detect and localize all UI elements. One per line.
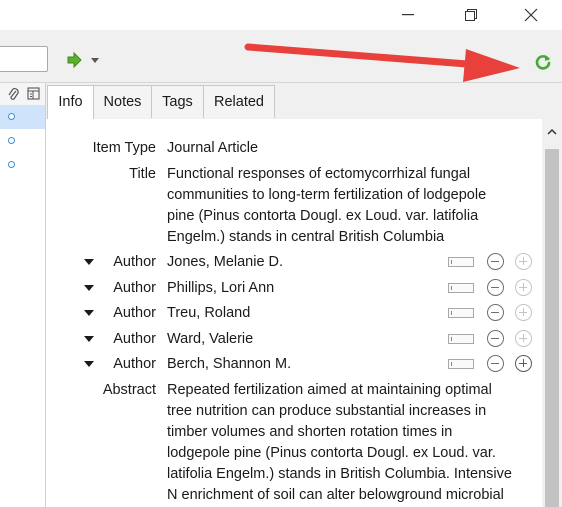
author-label[interactable]: Author: [46, 303, 156, 324]
list-item[interactable]: [0, 129, 45, 153]
tab-tags[interactable]: Tags: [151, 85, 204, 118]
green-right-arrow-icon: [67, 51, 99, 69]
attachment-icon[interactable]: [6, 86, 20, 102]
info-scrollbar[interactable]: [542, 119, 562, 507]
tab-info[interactable]: Info: [47, 85, 94, 120]
single-field-mode-icon[interactable]: [448, 283, 474, 293]
add-author-icon[interactable]: [515, 304, 532, 321]
tab-notes[interactable]: Notes: [93, 85, 152, 118]
author-label[interactable]: Author: [46, 252, 156, 273]
remove-author-icon[interactable]: [487, 279, 504, 296]
single-field-mode-icon[interactable]: [448, 359, 474, 369]
sync-refresh-icon: [534, 53, 552, 71]
items-pane: [0, 83, 46, 507]
item-dot: [8, 113, 15, 120]
single-field-mode-icon[interactable]: [448, 334, 474, 344]
locate-button[interactable]: [64, 51, 104, 69]
tab-related[interactable]: Related: [203, 85, 275, 118]
minimize-icon: [402, 14, 414, 16]
author-label[interactable]: Author: [46, 354, 156, 375]
item-tabs: Info Notes Tags Related: [46, 83, 562, 120]
scroll-up-icon[interactable]: [547, 128, 557, 135]
item-dot: [8, 137, 15, 144]
search-input[interactable]: [0, 46, 48, 72]
window-title-bar: [0, 0, 562, 30]
add-author-icon[interactable]: [515, 253, 532, 270]
notes-column-icon[interactable]: [27, 87, 41, 101]
author-label[interactable]: Author: [46, 329, 156, 350]
restore-button[interactable]: [448, 0, 494, 30]
remove-author-icon[interactable]: [487, 253, 504, 270]
abstract-value[interactable]: Repeated fertilization aimed at maintain…: [167, 380, 517, 506]
minimize-button[interactable]: [385, 0, 431, 30]
remove-author-icon[interactable]: [487, 355, 504, 372]
close-window-button[interactable]: [508, 0, 554, 30]
annotation-arrow-icon: [244, 43, 520, 82]
sync-button[interactable]: [532, 51, 554, 73]
title-value[interactable]: Functional responses of ectomycorrhizal …: [167, 164, 517, 248]
title-label: Title: [129, 166, 156, 182]
add-author-icon[interactable]: [515, 355, 532, 372]
list-item[interactable]: [0, 105, 45, 129]
scroll-thumb[interactable]: [545, 149, 559, 507]
add-author-icon[interactable]: [515, 330, 532, 347]
single-field-mode-icon[interactable]: [448, 308, 474, 318]
item-type-label: Item Type: [92, 140, 156, 156]
add-author-icon[interactable]: [515, 279, 532, 296]
abstract-label: Abstract: [102, 382, 156, 398]
remove-author-icon[interactable]: [487, 330, 504, 347]
close-icon: [524, 8, 538, 22]
remove-author-icon[interactable]: [487, 304, 504, 321]
restore-icon: [465, 9, 477, 21]
author-label[interactable]: Author: [46, 278, 156, 299]
list-item[interactable]: [0, 153, 45, 177]
item-dot: [8, 161, 15, 168]
item-type-value[interactable]: Journal Article: [167, 138, 517, 159]
items-column-header: [0, 83, 45, 106]
info-pane: Item Type Journal Article Title Function…: [46, 119, 542, 507]
single-field-mode-icon[interactable]: [448, 257, 474, 267]
